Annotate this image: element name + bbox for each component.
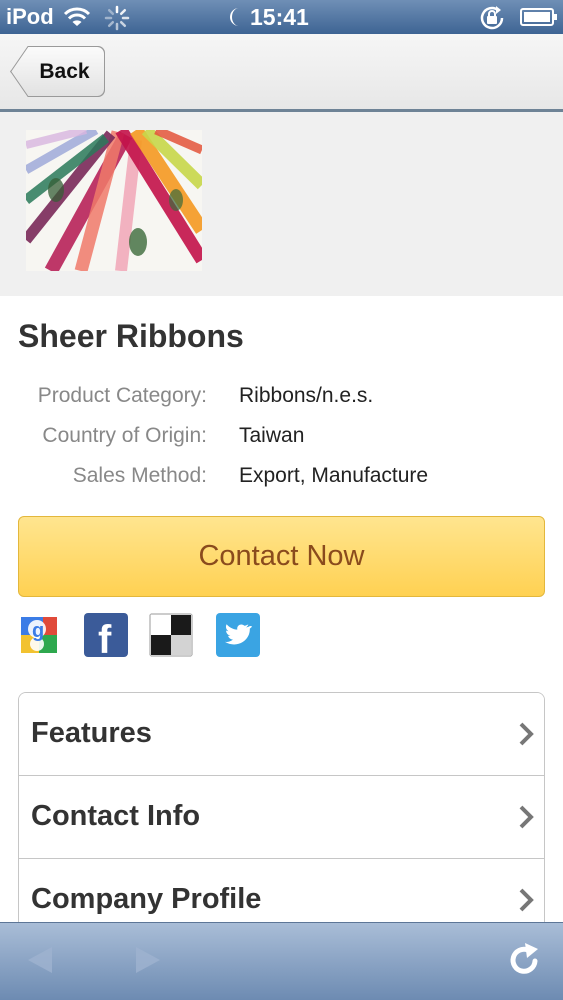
- rotation-lock-icon: [480, 6, 504, 30]
- navigation-bar: Back: [0, 34, 563, 112]
- moon-icon: [230, 8, 239, 26]
- menu-item-label: Company Profile: [31, 883, 262, 915]
- chevron-right-icon: [519, 888, 534, 912]
- chevron-right-icon: [519, 805, 534, 829]
- menu-item-contact-info[interactable]: Contact Info: [19, 776, 544, 859]
- svg-text:f: f: [98, 618, 112, 657]
- detail-row-category: Product Category: Ribbons/n.e.s.: [0, 384, 563, 414]
- detail-label: Sales Method:: [72, 464, 207, 487]
- detail-value: Export, Manufacture: [239, 464, 429, 487]
- back-button-label: Back: [39, 59, 90, 83]
- twitter-icon[interactable]: [216, 613, 260, 657]
- contact-now-label: Contact Now: [198, 540, 365, 572]
- product-title: Sheer Ribbons: [18, 318, 244, 354]
- menu-item-label: Contact Info: [31, 800, 201, 832]
- back-arrow-icon[interactable]: [22, 941, 60, 979]
- detail-row-sales-method: Sales Method: Export, Manufacture: [0, 464, 563, 494]
- back-button[interactable]: Back: [10, 46, 105, 97]
- activity-spinner-icon: [104, 5, 130, 31]
- forward-arrow-icon[interactable]: [128, 941, 166, 979]
- status-bar: iPod 15:41: [0, 0, 563, 34]
- facebook-icon[interactable]: f: [84, 613, 128, 657]
- detail-label: Product Category:: [37, 384, 207, 407]
- google-icon[interactable]: g: [17, 613, 61, 657]
- product-image[interactable]: [26, 130, 202, 271]
- delicious-icon[interactable]: [149, 613, 193, 657]
- carrier-label: iPod: [6, 4, 54, 29]
- browser-toolbar: [0, 922, 563, 1000]
- chevron-right-icon: [519, 722, 534, 746]
- contact-now-button[interactable]: Contact Now: [18, 516, 545, 597]
- reload-icon[interactable]: [505, 941, 543, 979]
- product-menu: Features Contact Info Company Profile: [18, 692, 545, 927]
- menu-item-label: Features: [31, 717, 152, 749]
- menu-item-features[interactable]: Features: [19, 693, 544, 776]
- detail-label: Country of Origin:: [42, 424, 207, 447]
- wifi-icon: [63, 7, 91, 26]
- svg-text:g: g: [32, 620, 44, 642]
- detail-row-origin: Country of Origin: Taiwan: [0, 424, 563, 454]
- sheer-ribbons-photo: [26, 130, 202, 271]
- detail-value: Ribbons/n.e.s.: [239, 384, 374, 407]
- clock-time: 15:41: [250, 4, 309, 30]
- battery-icon: [520, 8, 557, 26]
- menu-item-company-profile[interactable]: Company Profile: [19, 859, 544, 927]
- detail-value: Taiwan: [239, 424, 305, 447]
- product-image-area: [0, 112, 563, 296]
